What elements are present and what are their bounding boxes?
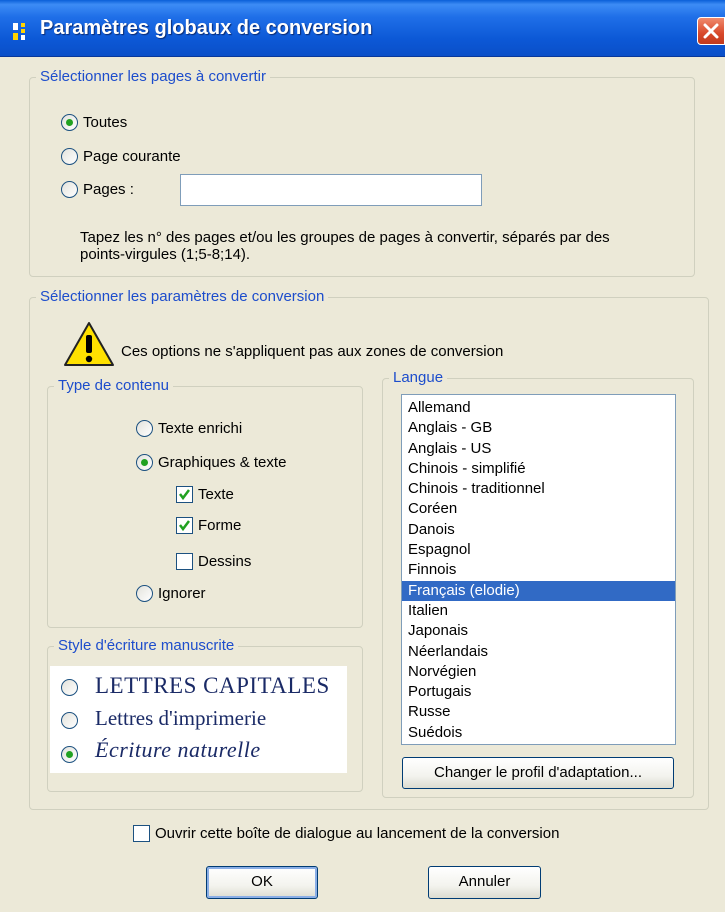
radio-label: Ignorer (158, 585, 206, 602)
list-item[interactable]: Anglais - GB (402, 418, 675, 438)
radio-indicator (61, 148, 78, 165)
radio-indicator (61, 746, 78, 763)
list-item[interactable]: Russe (402, 702, 675, 722)
pages-group-legend: Sélectionner les pages à convertir (36, 68, 270, 85)
open-dialog-checkbox[interactable]: Ouvrir cette boîte de dialogue au lancem… (133, 825, 559, 842)
radio-label: Texte enrichi (158, 420, 243, 437)
radio-label: Page courante (83, 148, 181, 165)
list-item[interactable]: Finnois (402, 560, 675, 580)
checkbox-indicator (133, 825, 150, 842)
radio-label: Toutes (83, 114, 128, 131)
list-item[interactable]: Anglais - US (402, 439, 675, 459)
pages-hint-line-2: points-virgules (1;5-8;14). (80, 246, 251, 263)
radio-print-letters[interactable] (61, 712, 83, 729)
print-letters-sample-label: Lettres d'imprimerie (95, 706, 267, 730)
language-legend: Langue (389, 369, 448, 386)
radio-label: Pages : (83, 181, 134, 198)
radio-natural-writing[interactable] (61, 746, 83, 763)
handwriting-legend: Style d'écriture manuscrite (54, 637, 239, 654)
radio-indicator (61, 712, 78, 729)
list-item[interactable]: Suédois (402, 723, 675, 743)
checkbox-indicator (176, 517, 193, 534)
conversion-settings-dialog: Paramètres globaux de conversion Sélecti… (0, 0, 725, 912)
content-type-legend: Type de contenu (54, 377, 173, 394)
checkbox-shape[interactable]: Forme (176, 517, 241, 534)
radio-pages[interactable]: Pages : (61, 181, 134, 198)
list-item[interactable]: Chinois - simplifié (402, 459, 675, 479)
radio-graphics-text[interactable]: Graphiques & texte (136, 454, 286, 471)
conversion-params-legend: Sélectionner les paramètres de conversio… (36, 288, 329, 305)
list-item[interactable]: Néerlandais (402, 642, 675, 662)
close-icon (703, 23, 719, 39)
list-item[interactable]: Italien (402, 601, 675, 621)
pages-input[interactable] (180, 174, 482, 206)
radio-indicator (61, 114, 78, 131)
checkmark-icon (179, 520, 190, 532)
checkbox-label: Texte (198, 486, 234, 503)
natural-writing-sample-label: Écriture naturelle (95, 737, 261, 762)
radio-indicator (136, 585, 153, 602)
radio-indicator (61, 181, 78, 198)
checkbox-indicator (176, 553, 193, 570)
close-button[interactable] (697, 17, 725, 45)
list-item[interactable]: Norvégien (402, 662, 675, 682)
radio-rich-text[interactable]: Texte enrichi (136, 420, 242, 437)
checkmark-icon (179, 489, 190, 501)
list-item[interactable]: Allemand (402, 398, 675, 418)
radio-all-pages[interactable]: Toutes (61, 114, 127, 131)
title-bar[interactable]: Paramètres globaux de conversion (0, 0, 725, 57)
radio-ignore[interactable]: Ignorer (136, 585, 206, 602)
radio-indicator (136, 420, 153, 437)
radio-indicator (61, 679, 78, 696)
list-item[interactable]: Portugais (402, 682, 675, 702)
change-profile-button[interactable]: Changer le profil d'adaptation... (402, 757, 674, 789)
language-listbox[interactable]: Allemand Anglais - GB Anglais - US Chino… (401, 394, 676, 745)
warning-icon (63, 320, 115, 368)
list-item-selected[interactable]: Français (elodie) (402, 580, 675, 601)
window-title: Paramètres globaux de conversion (40, 17, 373, 39)
radio-current-page[interactable]: Page courante (61, 148, 181, 165)
warning-text: Ces options ne s'appliquent pas aux zone… (121, 343, 504, 360)
checkbox-drawings[interactable]: Dessins (176, 553, 251, 570)
checkbox-indicator (176, 486, 193, 503)
capitals-sample-label: LETTRES CAPITALES (95, 673, 330, 698)
pages-hint-line-1: Tapez les n° des pages et/ou les groupes… (80, 229, 610, 246)
checkbox-label: Dessins (198, 553, 252, 570)
checkbox-label: Ouvrir cette boîte de dialogue au lancem… (155, 825, 560, 842)
list-item[interactable]: Chinois - traditionnel (402, 479, 675, 499)
list-item[interactable]: Espagnol (402, 540, 675, 560)
settings-app-icon (12, 20, 34, 42)
checkbox-label: Forme (198, 517, 242, 534)
cancel-button[interactable]: Annuler (428, 866, 541, 899)
radio-capitals[interactable] (61, 679, 83, 696)
checkbox-text[interactable]: Texte (176, 486, 234, 503)
list-item[interactable]: Coréen (402, 499, 675, 519)
ok-button[interactable]: OK (206, 866, 318, 899)
list-item[interactable]: Danois (402, 520, 675, 540)
radio-label: Graphiques & texte (158, 454, 287, 471)
list-item[interactable]: Japonais (402, 621, 675, 641)
radio-indicator (136, 454, 153, 471)
